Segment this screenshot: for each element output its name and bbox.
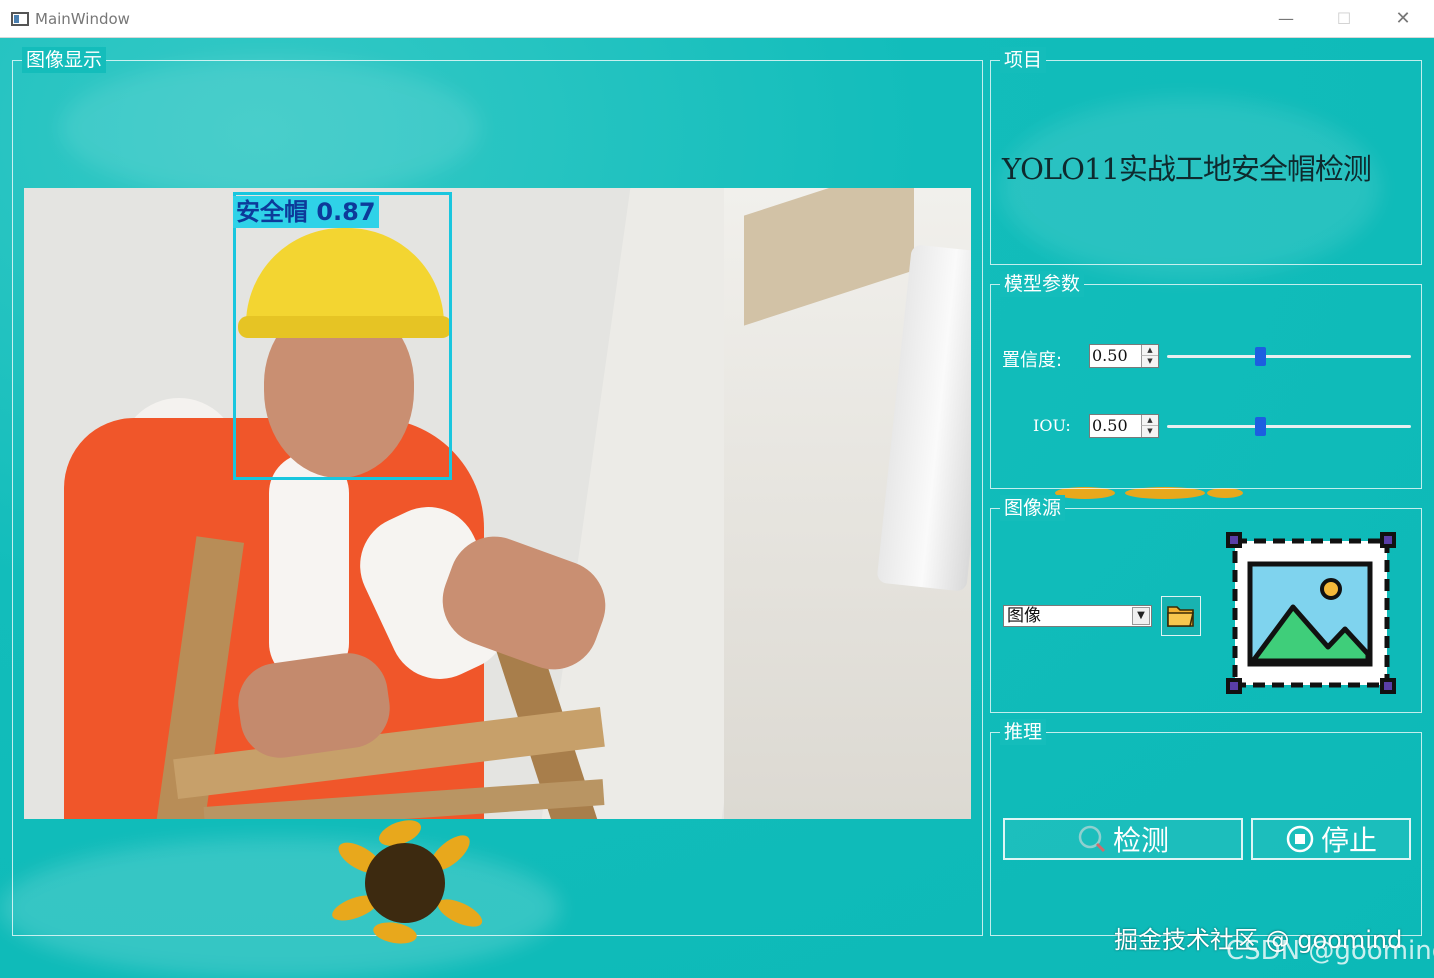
photo-worker-shirt xyxy=(269,453,349,683)
iou-value: 0.50 xyxy=(1092,416,1128,435)
source-type-select[interactable]: 图像 ▼ xyxy=(1003,605,1152,627)
image-display-title: 图像显示 xyxy=(22,47,107,73)
inference-group: 推理 检测 停止 xyxy=(990,719,1422,936)
open-folder-button[interactable] xyxy=(1161,596,1201,636)
image-display-canvas: 安全帽 0.87 xyxy=(24,188,971,819)
spin-up-icon[interactable]: ▲ xyxy=(1141,345,1158,356)
maximize-icon[interactable]: ☐ xyxy=(1321,5,1367,33)
image-source-group: 图像源 图像 ▼ xyxy=(990,495,1422,713)
confidence-label: 置信度: xyxy=(1002,350,1063,371)
confidence-value: 0.50 xyxy=(1092,346,1128,365)
confidence-spinbox[interactable]: 0.50 ▲ ▼ xyxy=(1089,344,1159,368)
stop-button[interactable]: 停止 xyxy=(1251,818,1411,860)
window-title: MainWindow xyxy=(35,10,130,28)
detect-button-label: 检测 xyxy=(1112,824,1169,857)
detection-label: 安全帽 0.87 xyxy=(233,196,379,228)
detect-button[interactable]: 检测 xyxy=(1003,818,1243,860)
csdn-watermark: CSDN @goomind xyxy=(1226,936,1434,966)
app-window-icon xyxy=(11,12,29,26)
image-icon xyxy=(1226,532,1396,694)
detection-bounding-box xyxy=(233,192,452,480)
image-source-title: 图像源 xyxy=(1000,495,1066,521)
source-type-value: 图像 xyxy=(1007,606,1041,626)
stop-icon xyxy=(1286,825,1314,853)
spin-up-icon[interactable]: ▲ xyxy=(1141,415,1158,426)
project-title: YOLO11实战工地安全帽检测 xyxy=(1002,152,1372,186)
spin-down-icon[interactable]: ▼ xyxy=(1141,356,1158,367)
minimize-icon[interactable]: — xyxy=(1263,5,1309,33)
project-group: 项目 YOLO11实战工地安全帽检测 xyxy=(990,47,1422,265)
sunflower-decoration xyxy=(332,820,483,944)
confidence-slider[interactable] xyxy=(1167,355,1411,358)
iou-label: IOU: xyxy=(1033,416,1071,435)
confidence-slider-handle[interactable] xyxy=(1254,347,1266,366)
window-title-bar: MainWindow — ☐ ✕ xyxy=(0,0,1434,38)
detect-icon xyxy=(1078,825,1106,853)
iou-spinbox[interactable]: 0.50 ▲ ▼ xyxy=(1089,414,1159,438)
model-params-title: 模型参数 xyxy=(1000,271,1085,297)
spin-down-icon[interactable]: ▼ xyxy=(1141,426,1158,437)
model-params-group: 模型参数 置信度: 0.50 ▲ ▼ IOU: 0.50 ▲ ▼ xyxy=(990,271,1422,489)
main-window-client: 图像显示 安全帽 0.87 项目 YOLO11实战工地安全帽检测 模型参数 置信… xyxy=(0,38,1434,978)
close-icon[interactable]: ✕ xyxy=(1380,5,1426,33)
inference-title: 推理 xyxy=(1000,719,1047,745)
stop-button-label: 停止 xyxy=(1320,824,1377,857)
chevron-down-icon[interactable]: ▼ xyxy=(1132,607,1150,625)
project-group-title: 项目 xyxy=(1000,47,1047,73)
iou-slider[interactable] xyxy=(1167,425,1411,428)
iou-slider-handle[interactable] xyxy=(1254,417,1266,436)
folder-icon xyxy=(1167,606,1195,627)
